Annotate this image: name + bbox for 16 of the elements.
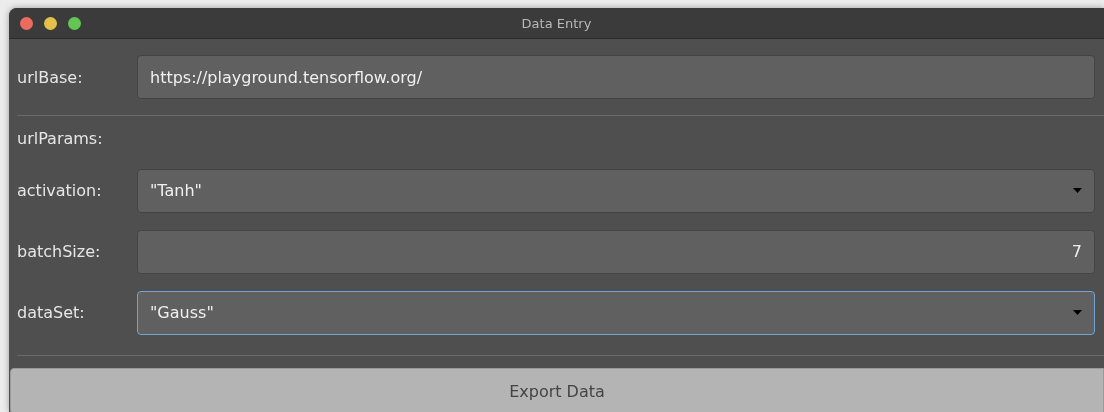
field-label: urlBase: <box>17 67 84 87</box>
minimize-button[interactable] <box>44 16 57 30</box>
field-label: dataSet: <box>17 303 86 322</box>
window-title: Data Entry <box>521 15 592 31</box>
close-button[interactable] <box>20 16 33 30</box>
maximize-button[interactable] <box>68 16 81 30</box>
field-label: batchSize: <box>17 242 102 261</box>
caret-icon <box>1073 310 1082 315</box>
export-button[interactable]: Export Data <box>10 368 1104 412</box>
input-field[interactable]: 7 <box>137 229 1095 274</box>
dropdown[interactable]: "Tanh" <box>137 168 1095 213</box>
caret-icon <box>1073 188 1082 193</box>
input-field[interactable]: https://playground.tensorflow.org/ <box>137 55 1095 99</box>
field-label: activation: <box>17 181 103 200</box>
dropdown[interactable]: "Gauss" <box>137 290 1095 335</box>
section-label: urlParams: <box>17 128 104 148</box>
